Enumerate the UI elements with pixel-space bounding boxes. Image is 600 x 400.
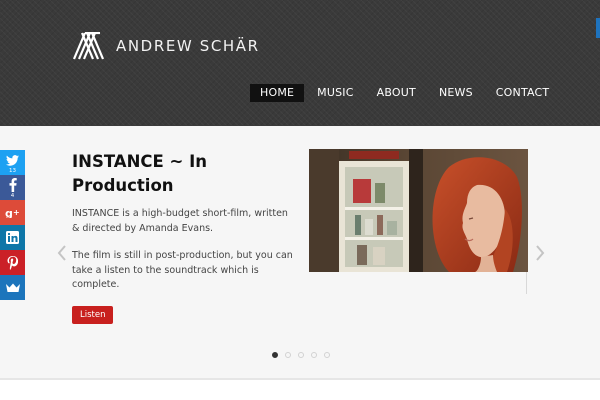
share-count: 4 bbox=[10, 193, 15, 199]
slider-dot[interactable] bbox=[324, 352, 330, 358]
facebook-icon bbox=[9, 178, 17, 192]
nav-about[interactable]: ABOUT bbox=[367, 84, 426, 102]
logo-mark-icon bbox=[72, 32, 104, 60]
slide-description-2: The film is still in post-production, bu… bbox=[72, 250, 293, 290]
pinterest-icon bbox=[7, 255, 18, 270]
linkedin-icon bbox=[6, 231, 19, 244]
share-linkedin-button[interactable] bbox=[0, 225, 25, 250]
share-pinterest-button[interactable] bbox=[0, 250, 25, 275]
nav-music[interactable]: MUSIC bbox=[307, 84, 363, 102]
slide-title: INSTANCE ~ In Production bbox=[72, 152, 207, 195]
divider bbox=[0, 378, 600, 380]
slider-dot[interactable] bbox=[285, 352, 291, 358]
share-crown-icon bbox=[5, 283, 20, 292]
nav-news[interactable]: NEWS bbox=[429, 84, 483, 102]
site-logo[interactable]: ANDREW SCHÄR bbox=[72, 32, 260, 60]
share-count: 13 bbox=[9, 168, 16, 174]
logo-text: ANDREW SCHÄR bbox=[116, 36, 260, 55]
listen-button[interactable]: Listen bbox=[72, 306, 114, 324]
share-google-plus-button[interactable]: g + bbox=[0, 200, 25, 225]
slider-dot[interactable] bbox=[311, 352, 317, 358]
share-facebook-button[interactable]: 4 bbox=[0, 175, 25, 200]
main-nav: HOME MUSIC ABOUT NEWS CONTACT bbox=[250, 84, 562, 102]
twitter-icon bbox=[6, 154, 19, 166]
social-share-bar: 13 4 g + bbox=[0, 150, 25, 300]
slider-prev-button[interactable] bbox=[56, 244, 68, 262]
slide-description: INSTANCE is a high-budget short-film, wr… bbox=[72, 208, 288, 234]
chevron-right-icon bbox=[536, 245, 545, 261]
slide-image[interactable] bbox=[309, 149, 528, 272]
slider-pagination bbox=[272, 352, 337, 358]
chevron-left-icon bbox=[57, 245, 66, 261]
edge-tab[interactable] bbox=[596, 18, 600, 38]
nav-contact[interactable]: CONTACT bbox=[486, 84, 560, 102]
google-plus-icon: g + bbox=[5, 207, 20, 218]
svg-text:g: g bbox=[5, 207, 13, 218]
slider-dot[interactable] bbox=[272, 352, 278, 358]
slider-dot[interactable] bbox=[298, 352, 304, 358]
nav-home[interactable]: HOME bbox=[250, 84, 305, 102]
share-twitter-button[interactable]: 13 bbox=[0, 150, 25, 175]
site-header: ANDREW SCHÄR HOME MUSIC ABOUT NEWS CONTA… bbox=[0, 0, 600, 126]
image-shadow bbox=[526, 272, 527, 294]
share-more-button[interactable] bbox=[0, 275, 25, 300]
svg-text:+: + bbox=[13, 208, 20, 217]
slider-next-button[interactable] bbox=[534, 244, 546, 262]
film-still-image bbox=[309, 149, 528, 272]
